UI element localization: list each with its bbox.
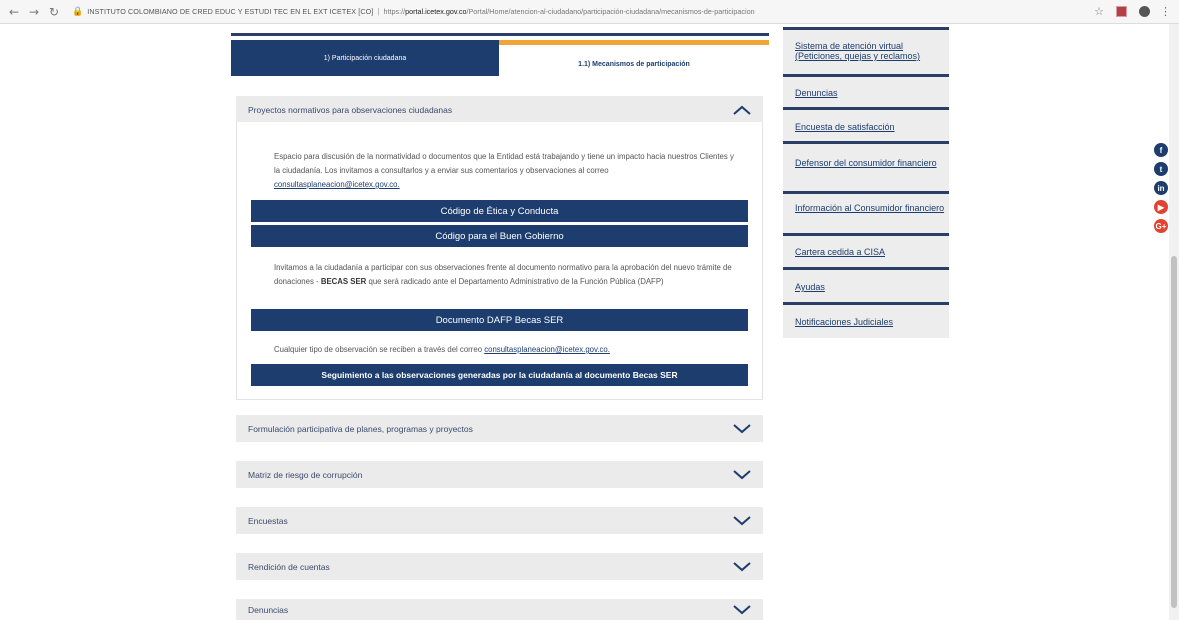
sidebar-link-ayudas[interactable]: Ayudas xyxy=(795,282,945,292)
google-plus-icon[interactable]: G+ xyxy=(1154,219,1168,233)
invite-paragraph: Invitamos a la ciudadanía a participar c… xyxy=(274,261,734,289)
chevron-down-icon xyxy=(733,561,751,571)
sidebar-separator xyxy=(783,302,949,305)
button-label: Documento DAFP Becas SER xyxy=(435,314,564,326)
accordion-header-rendicion-cuentas[interactable]: Rendición de cuentas xyxy=(236,553,763,580)
chevron-down-icon xyxy=(733,515,751,525)
scrollbar-thumb[interactable] xyxy=(1171,256,1177,608)
profile-icon[interactable] xyxy=(1139,6,1150,17)
accordion-title: Encuestas xyxy=(248,515,288,526)
site-identity: INSTITUTO COLOMBIANO DE CRED EDUC Y ESTU… xyxy=(87,7,374,16)
accordion-title: Denuncias xyxy=(248,604,289,615)
obs-email-link[interactable]: consultasplaneacion@icetex.gov.co. xyxy=(484,345,610,354)
top-rule xyxy=(231,33,769,36)
sidebar-link-defensor[interactable]: Defensor del consumidor financiero xyxy=(795,158,945,168)
sidebar-menu: Sistema de atención virtual (Peticiones,… xyxy=(783,27,949,338)
url-path: /Portal/Home/atencion-al-ciudadano/parti… xyxy=(466,7,755,16)
tab-participacion-ciudadana[interactable]: 1) Participación ciudadana xyxy=(231,40,499,76)
address-bar[interactable]: 🔒 INSTITUTO COLOMBIANO DE CRED EDUC Y ES… xyxy=(72,2,1094,22)
browser-toolbar: ← → ↻ 🔒 INSTITUTO COLOMBIANO DE CRED EDU… xyxy=(0,0,1179,24)
chevron-down-icon xyxy=(733,604,751,614)
sidebar-link-informacion[interactable]: Información al Consumidor financiero xyxy=(795,203,945,213)
accordion-header-denuncias[interactable]: Denuncias xyxy=(236,599,763,620)
email-link[interactable]: consultasplaneacion@icetex.gov.co. xyxy=(274,180,400,189)
accordion-title: Formulación participativa de planes, pro… xyxy=(248,423,473,434)
intro-text: Espacio para discusión de la normativida… xyxy=(274,152,734,175)
facebook-icon[interactable]: f xyxy=(1154,143,1168,157)
twitter-icon[interactable]: t xyxy=(1154,162,1168,176)
observation-paragraph: Cualquier tipo de observación se reciben… xyxy=(274,343,734,357)
sidebar-separator xyxy=(783,74,949,77)
tab-label: 1.1) Mecanismos de participación xyxy=(578,61,690,68)
reload-icon[interactable]: ↻ xyxy=(46,5,62,19)
url-host: portal.icetex.gov.co xyxy=(405,7,467,16)
sidebar-separator xyxy=(783,267,949,270)
obs-text: Cualquier tipo de observación se reciben… xyxy=(274,345,483,354)
sidebar-separator xyxy=(783,107,949,110)
bookmark-star-icon[interactable]: ☆ xyxy=(1094,5,1104,18)
chevron-down-icon xyxy=(733,469,751,479)
tab-label: 1) Participación ciudadana xyxy=(323,54,407,62)
browser-menu-icon[interactable]: ⋮ xyxy=(1160,5,1171,18)
sidebar-separator xyxy=(783,141,949,144)
accordion-header-proyectos-normativos[interactable]: Proyectos normativos para observaciones … xyxy=(236,96,763,123)
accordion-title: Proyectos normativos para observaciones … xyxy=(248,104,453,115)
back-arrow-icon[interactable]: ← xyxy=(6,5,22,19)
sidebar-link-encuesta[interactable]: Encuesta de satisfacción xyxy=(795,122,945,132)
chevron-up-icon xyxy=(733,105,751,115)
url-prefix: https:// xyxy=(383,7,406,16)
url-text: https://portal.icetex.gov.co/Portal/Home… xyxy=(384,7,755,16)
sidebar-link-sistema-atencion[interactable]: Sistema de atención virtual (Peticiones,… xyxy=(795,41,945,61)
button-label: Código de Ética y Conducta xyxy=(440,205,559,217)
sidebar-link-notificaciones[interactable]: Notificaciones Judiciales xyxy=(795,317,945,327)
chevron-down-icon xyxy=(733,423,751,433)
youtube-icon[interactable]: ▶ xyxy=(1154,200,1168,214)
lock-icon: 🔒 xyxy=(72,6,84,17)
intro-paragraph: Espacio para discusión de la normativida… xyxy=(274,150,734,192)
accordion-header-encuestas[interactable]: Encuestas xyxy=(236,507,763,534)
button-label: Código para el Buen Gobierno xyxy=(435,230,564,242)
sidebar-separator xyxy=(783,233,949,236)
codigo-buen-gobierno-button[interactable]: Código para el Buen Gobierno xyxy=(251,225,748,247)
becas-ser-bold: BECAS SER xyxy=(320,277,367,286)
documento-dafp-button[interactable]: Documento DAFP Becas SER xyxy=(251,309,748,331)
extension-icon[interactable] xyxy=(1116,6,1127,17)
accordion-title: Rendición de cuentas xyxy=(248,561,330,572)
tab-mecanismos-participacion[interactable]: 1.1) Mecanismos de participación xyxy=(499,40,769,76)
linkedin-icon[interactable]: in xyxy=(1154,181,1168,195)
button-label: Seguimiento a las observaciones generada… xyxy=(321,370,678,380)
sidebar-separator xyxy=(783,27,949,30)
accordion-header-formulacion[interactable]: Formulación participativa de planes, pro… xyxy=(236,415,763,442)
sidebar-link-cartera-cisa[interactable]: Cartera cedida a CISA xyxy=(795,247,945,257)
sidebar-link-denuncias[interactable]: Denuncias xyxy=(795,88,945,98)
page-scrollbar[interactable] xyxy=(1169,24,1179,620)
address-separator: | xyxy=(377,7,380,16)
codigo-etica-button[interactable]: Código de Ética y Conducta xyxy=(251,200,748,222)
seguimiento-button[interactable]: Seguimiento a las observaciones generada… xyxy=(251,364,748,386)
accordion-header-matriz-riesgo[interactable]: Matriz de riesgo de corrupción xyxy=(236,461,763,488)
forward-arrow-icon[interactable]: → xyxy=(26,5,42,19)
invite-text-2: que será radicado ante el Departamento A… xyxy=(366,277,664,286)
accordion-title: Matriz de riesgo de corrupción xyxy=(248,469,363,480)
sidebar-separator xyxy=(783,191,949,194)
